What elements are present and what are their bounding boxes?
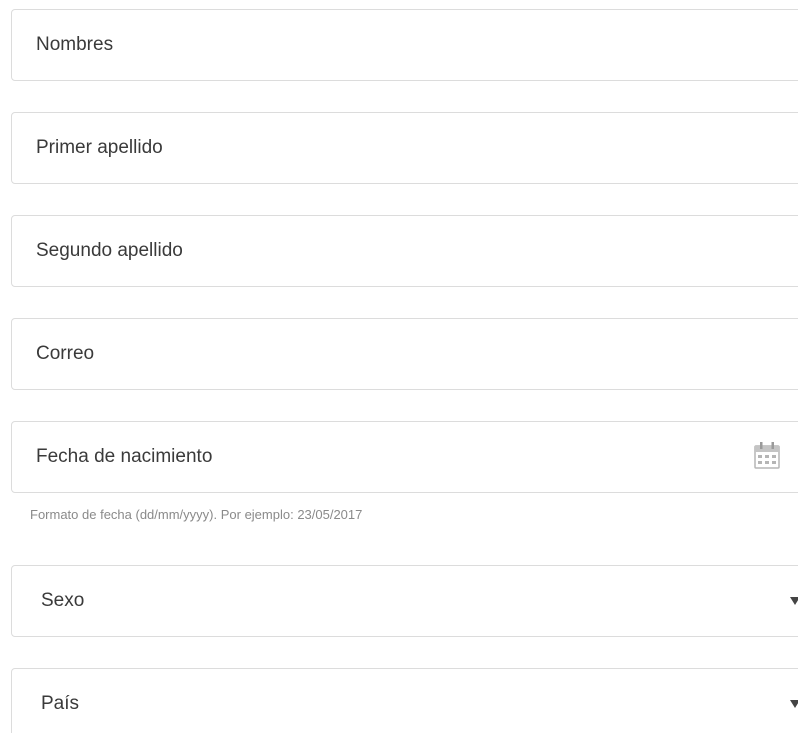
fecha-help-text: Formato de fecha (dd/mm/yyyy). Por ejemp… [30, 507, 363, 522]
calendar-icon[interactable] [753, 440, 781, 470]
registration-form: Nombres Primer apellido Segundo apellido… [0, 0, 798, 733]
correo-placeholder: Correo [36, 343, 95, 364]
chevron-down-icon [790, 597, 798, 605]
chevron-down-icon [790, 700, 798, 708]
fecha-nacimiento-placeholder: Fecha de nacimiento [36, 446, 213, 467]
nombres-placeholder: Nombres [36, 34, 114, 55]
segundo-apellido-field[interactable]: Segundo apellido [11, 215, 798, 287]
correo-field[interactable]: Correo [11, 318, 798, 390]
pais-selected-value: País [41, 693, 80, 714]
fecha-nacimiento-field[interactable]: Fecha de nacimiento [11, 421, 798, 493]
primer-apellido-field[interactable]: Primer apellido [11, 112, 798, 184]
primer-apellido-placeholder: Primer apellido [36, 137, 163, 158]
sexo-selected-value: Sexo [41, 590, 85, 611]
sexo-select[interactable]: Sexo [11, 565, 798, 637]
segundo-apellido-placeholder: Segundo apellido [36, 240, 183, 261]
nombres-field[interactable]: Nombres [11, 9, 798, 81]
pais-select[interactable]: País [11, 668, 798, 733]
